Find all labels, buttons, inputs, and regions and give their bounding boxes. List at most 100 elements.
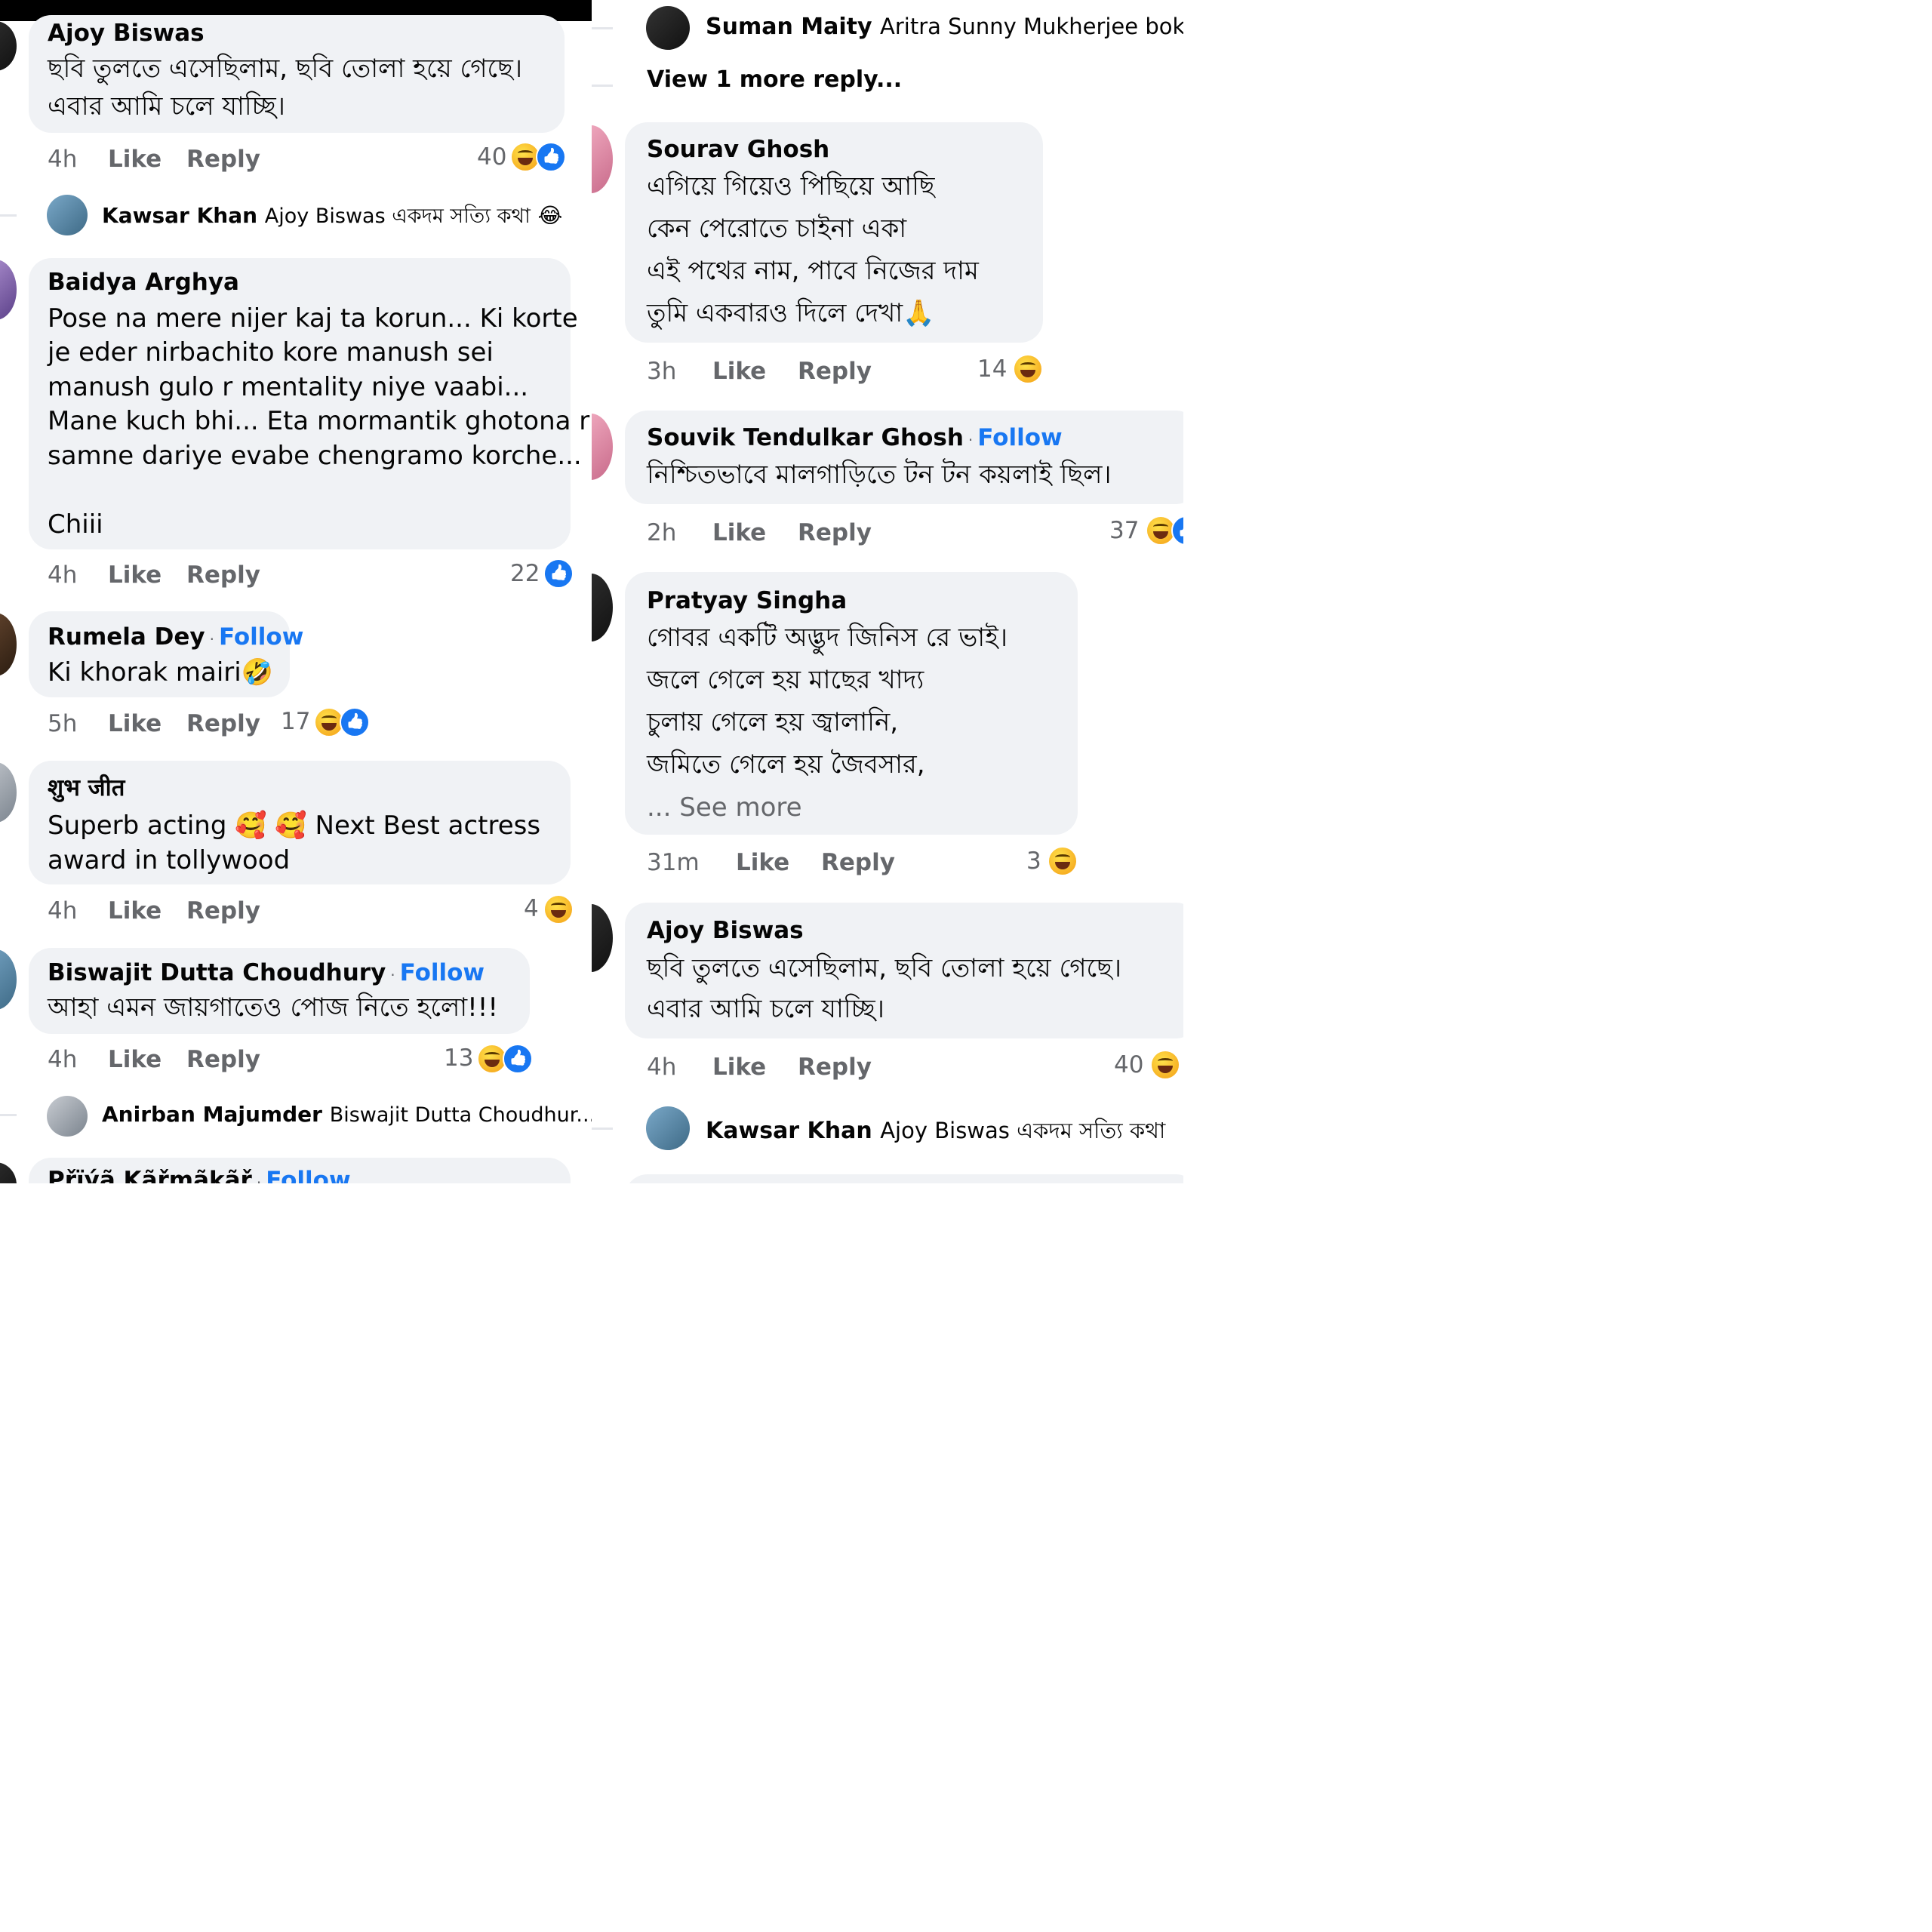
separator-dot: · — [390, 966, 395, 984]
comment-time[interactable]: 4h — [48, 146, 77, 173]
view-more-replies-link[interactable]: View 1 more reply... — [647, 66, 902, 93]
reply-button[interactable]: Reply — [798, 358, 872, 385]
comment-time[interactable]: 4h — [48, 897, 77, 924]
like-button[interactable]: Like — [712, 358, 766, 385]
like-button[interactable]: Like — [108, 561, 162, 589]
avatar[interactable] — [646, 6, 690, 50]
commenter-name[interactable]: Baidya Arghya — [48, 269, 239, 296]
comment-time[interactable]: 5h — [48, 710, 77, 737]
separator-dot: · — [256, 1174, 262, 1183]
reply-button[interactable]: Reply — [798, 519, 872, 546]
reaction-count[interactable]: 40 — [1114, 1051, 1143, 1078]
like-reaction-icon — [1171, 515, 1183, 546]
like-button[interactable]: Like — [108, 710, 162, 737]
reply-text: Ajoy Biswas একদম সত্যি কথা — [264, 205, 531, 228]
comment-time[interactable]: 3h — [647, 358, 676, 385]
reaction-count[interactable]: 14 — [977, 355, 1007, 383]
reply-button[interactable]: Reply — [186, 146, 260, 173]
avatar[interactable] — [47, 195, 88, 235]
comment-text: Next Best actress — [315, 811, 541, 841]
commenter-name[interactable]: Pratyay Singha — [647, 587, 847, 614]
commenter-header: Biswajit Dutta Choudhury · Follow — [48, 959, 485, 986]
smiling-hearts-emoji: 🥰 🥰 — [235, 811, 307, 841]
follow-button[interactable]: Follow — [266, 1167, 350, 1183]
comment-text: Superb acting — [48, 811, 227, 841]
comment-time[interactable]: 2h — [647, 519, 676, 546]
commenter-name[interactable]: Přïýã Kãřmãkãř — [48, 1167, 252, 1183]
avatar[interactable] — [592, 125, 613, 193]
reaction-count[interactable]: 13 — [444, 1044, 473, 1072]
separator-dot: · — [209, 630, 214, 648]
commenter-name[interactable]: Souvik Tendulkar Ghosh — [647, 424, 964, 451]
reply-button[interactable]: Reply — [186, 710, 260, 737]
comment-time[interactable]: 4h — [48, 561, 77, 589]
comment-text: তুমি একবারও দিলে দেখা — [647, 298, 903, 328]
comment-text-line: এই পথের নাম, পাবে নিজের দাম — [647, 256, 979, 286]
like-button[interactable]: Like — [712, 1054, 766, 1081]
replier-name[interactable]: Kawsar Khan — [102, 203, 257, 228]
avatar[interactable] — [646, 1106, 690, 1150]
avatar[interactable] — [592, 574, 613, 641]
follow-button[interactable]: Follow — [219, 623, 303, 651]
commenter-name[interactable]: Rumela Dey — [48, 623, 205, 651]
avatar[interactable] — [47, 1096, 88, 1137]
see-more-link[interactable]: ... See more — [647, 790, 802, 825]
avatar[interactable] — [0, 949, 17, 1010]
avatar[interactable] — [0, 21, 17, 71]
reply-button[interactable]: Reply — [186, 1046, 260, 1073]
commenter-name[interactable]: Ajoy Biswas — [647, 917, 804, 944]
reaction-count[interactable]: 3 — [1026, 848, 1041, 875]
avatar[interactable] — [0, 1162, 17, 1183]
like-button[interactable]: Like — [108, 146, 162, 173]
reply-button[interactable]: Reply — [186, 897, 260, 924]
commenter-name[interactable]: शुभ जीत — [48, 771, 125, 803]
like-button[interactable]: Like — [736, 849, 789, 876]
reply-preview[interactable]: Suman Maity Aritra Sunny Mukherjee bokac — [706, 14, 1183, 40]
comment-text-line: জমিতে গেলে হয় জৈবসার, — [647, 749, 925, 780]
comment-text-line: ছবি তুলতে এসেছিলাম, ছবি তোলা হয়ে গেছে। — [647, 953, 1121, 983]
avatar[interactable] — [0, 613, 17, 676]
like-button[interactable]: Like — [712, 519, 766, 546]
avatar[interactable] — [592, 904, 613, 972]
commenter-name[interactable]: Ajoy Biswas — [48, 20, 205, 47]
haha-reaction-icon — [1150, 1050, 1180, 1080]
avatar[interactable] — [0, 762, 17, 823]
reply-button[interactable]: Reply — [821, 849, 895, 876]
thread-line — [0, 214, 17, 217]
replier-name[interactable]: Anirban Majumder — [102, 1102, 322, 1127]
reply-preview[interactable]: Kawsar Khan Ajoy Biswas একদম সত্যি কথা 😂 — [102, 201, 562, 235]
comment-text-line: জলে গেলে হয় মাছের খাদ্য — [647, 665, 924, 695]
follow-button[interactable]: Follow — [400, 959, 485, 986]
replier-name[interactable]: Kawsar Khan — [706, 1118, 872, 1144]
tears-of-joy-emoji: 😂 — [537, 203, 563, 228]
avatar[interactable] — [592, 414, 613, 480]
reply-button[interactable]: Reply — [186, 561, 260, 589]
reply-preview[interactable]: Anirban Majumder Biswajit Dutta Choudhur… — [102, 1102, 592, 1127]
reaction-count[interactable]: 40 — [477, 143, 506, 171]
reply-text: Ajoy Biswas একদম সত্যি কথা — [880, 1118, 1166, 1143]
reaction-count[interactable]: 17 — [281, 708, 310, 735]
comment-text-line: Pose na mere nijer kaj ta korun... Ki ko… — [48, 303, 578, 334]
reaction-count[interactable]: 4 — [524, 895, 539, 922]
follow-button[interactable]: Follow — [977, 424, 1062, 451]
commenter-name[interactable]: Sourav Ghosh — [647, 136, 829, 163]
commenter-name[interactable]: Biswajit Dutta Choudhury — [48, 959, 386, 986]
comment-time[interactable]: 4h — [48, 1046, 77, 1073]
like-button[interactable]: Like — [108, 1046, 162, 1073]
comment-text: Ki khorak mairi — [48, 657, 242, 688]
comment-time[interactable]: 31m — [647, 849, 700, 876]
reply-preview[interactable]: Kawsar Khan Ajoy Biswas একদম সত্যি কথা — [706, 1114, 1165, 1151]
comment-text-line: নিশ্চিতভাবে মালগাড়িতে টন টন কয়লাই ছিল। — [647, 460, 1112, 490]
like-button[interactable]: Like — [108, 897, 162, 924]
thread-line — [592, 85, 613, 87]
reply-button[interactable]: Reply — [798, 1054, 872, 1081]
comment-bubble — [625, 1174, 1183, 1183]
avatar[interactable] — [0, 260, 17, 320]
comment-text-line: Mane kuch bhi... Eta mormantik ghotona r — [48, 406, 590, 436]
thread-line — [592, 27, 613, 29]
replier-name[interactable]: Suman Maity — [706, 14, 872, 40]
reaction-count[interactable]: 37 — [1109, 517, 1139, 544]
rofl-emoji: 🤣 — [241, 657, 274, 688]
reaction-count[interactable]: 22 — [510, 560, 540, 587]
comment-time[interactable]: 4h — [647, 1054, 676, 1081]
